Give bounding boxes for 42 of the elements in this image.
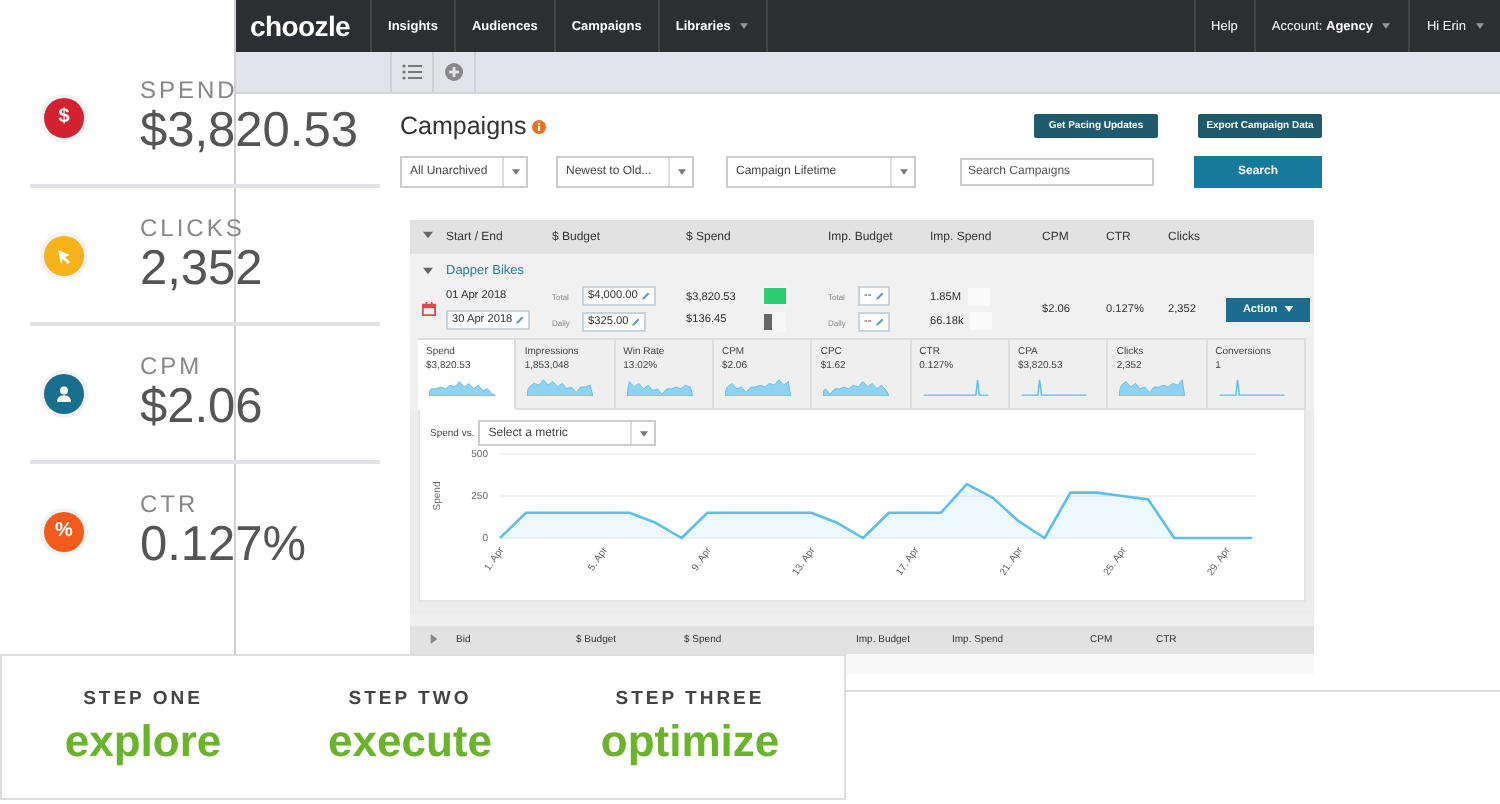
metric-label: CLICKS <box>140 213 247 241</box>
calendar-icon <box>421 302 435 316</box>
pencil-icon <box>632 318 641 326</box>
caret-icon <box>509 168 521 176</box>
caret-icon <box>675 168 687 176</box>
sparkline <box>1017 378 1090 396</box>
pencil-icon <box>875 292 884 300</box>
step-title: explore <box>64 715 222 767</box>
step-label: STEP TWO <box>348 687 472 709</box>
metric-label: CPM <box>140 351 205 379</box>
sparkline <box>820 378 893 396</box>
pencil-icon <box>641 292 650 300</box>
add-icon[interactable] <box>432 52 476 92</box>
caret-icon <box>1283 306 1294 312</box>
sparkline <box>524 378 597 396</box>
metric-value: 2,352 <box>140 241 263 297</box>
metric-icon: % <box>44 511 84 551</box>
metric-value: $3,820.53 <box>140 103 358 159</box>
page-title: Campaigns <box>400 112 527 140</box>
sparkline <box>919 378 992 396</box>
caret-icon <box>1380 22 1393 30</box>
caret-icon <box>1474 22 1486 30</box>
metric-value: $2.06 <box>140 379 263 435</box>
info-icon <box>532 119 547 133</box>
caret-icon <box>738 22 751 30</box>
pencil-icon <box>516 316 525 324</box>
sparkline <box>721 378 794 396</box>
step-title: optimize <box>600 715 780 767</box>
metric-value: 0.127% <box>140 517 307 573</box>
caret-icon <box>637 429 650 437</box>
metric-label: CTR <box>140 489 201 517</box>
step-title: execute <box>328 715 492 767</box>
sparkline <box>623 378 696 396</box>
sparkline <box>1215 378 1288 396</box>
sparkline <box>1116 378 1189 396</box>
caret-icon <box>897 168 909 176</box>
metric-icon: $ <box>44 97 84 137</box>
step-label: STEP THREE <box>615 687 765 709</box>
sparkline <box>426 378 498 396</box>
pencil-icon <box>875 318 884 326</box>
metric-label: SPEND <box>140 75 240 103</box>
step-label: STEP ONE <box>83 687 203 709</box>
